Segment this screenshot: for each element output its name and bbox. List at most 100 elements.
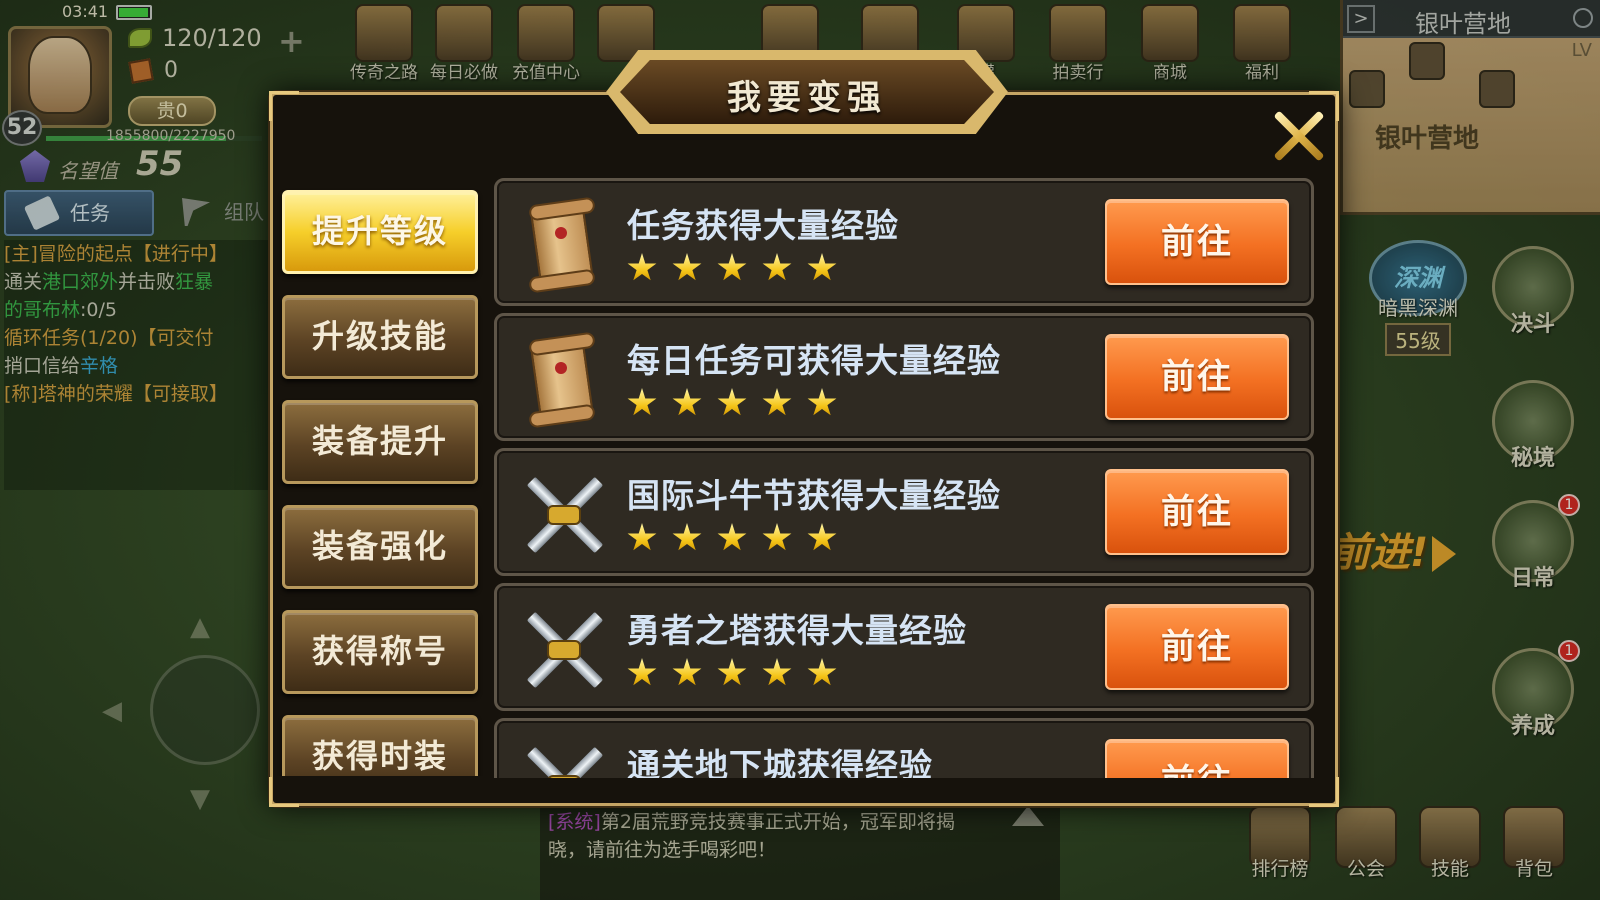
cultivate-button[interactable]: 养成 <box>1478 648 1588 740</box>
go-button[interactable]: 前往 <box>1105 334 1289 420</box>
bottom-menu-item[interactable]: 排行榜 <box>1238 806 1322 881</box>
category-list[interactable]: 提升等级升级技能装备提升装备强化获得称号获得时装 <box>276 176 486 776</box>
star-icon <box>762 658 792 686</box>
category-button[interactable]: 提升等级 <box>282 190 478 274</box>
joystick-left-icon: ◀ <box>102 696 122 726</box>
category-button[interactable]: 装备提升 <box>282 400 478 484</box>
quest-text: [称]塔神的荣耀【可接取】 <box>4 383 228 405</box>
abyss-dungeon-button[interactable]: 深渊 暗黑深渊 55级 <box>1356 240 1480 356</box>
top-menu-item[interactable]: 商城 <box>1130 0 1210 84</box>
tip-title: 勇者之塔获得大量经验 <box>627 611 967 650</box>
bottom-menu-label: 排行榜 <box>1251 858 1309 880</box>
scroll-seal <box>555 362 567 374</box>
go-button[interactable]: 前往 <box>1105 199 1289 285</box>
tab-team[interactable]: 组队 <box>160 190 270 236</box>
top-menu-label: 每日必做 <box>430 63 498 83</box>
category-button[interactable]: 获得时装 <box>282 715 478 776</box>
star-icon <box>717 253 747 281</box>
quest-line[interactable]: 循环任务(1/20)【可交付 <box>4 324 272 352</box>
tab-task[interactable]: 任务 <box>4 190 154 236</box>
vip-badge[interactable]: 贵0 <box>128 96 216 126</box>
tab-team-label: 组队 <box>224 200 264 224</box>
chat-box[interactable]: [系统]第2届荒野竞技赛事正式开始，冠军即将揭 晓，请前往为选手喝彩吧！ <box>540 800 1060 900</box>
top-menu-item[interactable]: 传奇之路 <box>344 0 424 84</box>
quest-line[interactable]: [主]冒险的起点【进行中】 <box>4 240 272 268</box>
scroll-map-icon <box>355 4 413 62</box>
sword-hilt <box>547 505 581 525</box>
star-icon <box>672 658 702 686</box>
star-icon <box>672 388 702 416</box>
shop-stall-icon <box>1141 4 1199 62</box>
flag-icon <box>182 198 210 226</box>
crossed-swords-icon <box>521 739 605 778</box>
quest-line[interactable]: 的哥布林:0/5 <box>4 296 272 324</box>
top-menu-label: 福利 <box>1245 63 1279 83</box>
gift-box-icon <box>1233 4 1291 62</box>
tip-row: 国际斗牛节获得大量经验 前往 <box>494 448 1314 576</box>
corner-ornament <box>1309 777 1339 807</box>
category-button[interactable]: 装备强化 <box>282 505 478 589</box>
chat-expand-icon[interactable] <box>1012 806 1044 826</box>
scroll-seal <box>555 227 567 239</box>
npc-marker[interactable] <box>1479 70 1515 108</box>
quest-text: 循环任务(1/20)【可交付 <box>4 327 214 349</box>
quest-text: 并击败 <box>118 271 176 293</box>
star-rating <box>627 523 852 557</box>
top-menu-item[interactable]: 充值中心 <box>506 0 586 84</box>
virtual-joystick[interactable] <box>150 655 260 765</box>
star-icon <box>717 388 747 416</box>
advance-prompt[interactable]: 前进! <box>1330 520 1428 578</box>
go-button[interactable]: 前往 <box>1105 604 1289 690</box>
go-button[interactable]: 前往 <box>1105 739 1289 778</box>
chat-message: 第2届荒野竞技赛事正式开始，冠军即将揭 <box>600 811 955 833</box>
scroll-icon <box>521 331 605 429</box>
xp-text: 1855800/2227950 <box>106 128 236 144</box>
secret-realm-button[interactable]: 秘境 <box>1478 380 1588 472</box>
tab-task-label: 任务 <box>70 201 110 225</box>
abyss-name: 暗黑深渊 <box>1378 296 1458 320</box>
quest-line[interactable]: 捎口信给辛格 <box>4 352 272 380</box>
advance-arrow-icon <box>1432 536 1456 572</box>
search-icon[interactable] <box>1573 8 1593 28</box>
minimap-lv: LV <box>1571 40 1592 61</box>
quest-text: 通关 <box>4 271 43 293</box>
quest-tracker[interactable]: [主]冒险的起点【进行中】 通关港口郊外并击败狂暴 的哥布林:0/5 循环任务(1/2… <box>4 240 272 490</box>
top-menu-item[interactable]: 福利 <box>1222 0 1302 84</box>
star-icon <box>717 658 747 686</box>
top-menu-label: 充值中心 <box>512 63 580 83</box>
npc-marker[interactable] <box>1349 70 1385 108</box>
minimap[interactable]: > 银叶营地 LV 银叶营地 <box>1340 0 1600 215</box>
category-button[interactable]: 升级技能 <box>282 295 478 379</box>
top-menu-label: 拍卖行 <box>1052 63 1104 83</box>
category-button[interactable]: 获得称号 <box>282 610 478 694</box>
bottom-menu-label: 背包 <box>1514 858 1553 880</box>
star-icon <box>627 523 657 551</box>
bottom-menu-label: 技能 <box>1430 858 1469 880</box>
chat-system-tag: [系统] <box>548 811 601 833</box>
crossed-swords-icon <box>521 469 605 561</box>
close-button[interactable] <box>1268 106 1328 166</box>
go-button[interactable]: 前往 <box>1105 469 1289 555</box>
corner-ornament <box>269 91 299 121</box>
gavel-icon <box>1049 4 1107 62</box>
tips-list[interactable]: 任务获得大量经验 前往 每日任务可获得大量经验 前往 国际斗牛节获得大量经验 前往 勇者之塔… <box>494 176 1316 778</box>
crossed-swords-icon <box>521 604 605 696</box>
star-rating <box>627 658 852 692</box>
tip-row: 通关地下城获得经验 前往 <box>494 718 1314 778</box>
duel-button[interactable]: 决斗 <box>1478 246 1588 338</box>
top-menu-item[interactable]: 拍卖行 <box>1038 0 1118 84</box>
bottom-menu-label: 公会 <box>1346 858 1385 880</box>
tip-title: 国际斗牛节获得大量经验 <box>627 476 1001 515</box>
add-stamina-icon[interactable]: + <box>278 22 305 60</box>
currency-value: 0 <box>164 58 178 83</box>
npc-marker[interactable] <box>1409 42 1445 80</box>
top-menu-item[interactable]: 每日必做 <box>424 0 504 84</box>
chat-line: [系统]第2届荒野竞技赛事正式开始，冠军即将揭 <box>548 808 1052 836</box>
minimap-toggle-icon[interactable]: > <box>1347 5 1375 33</box>
quest-line[interactable]: 通关港口郊外并击败狂暴 <box>4 268 272 296</box>
bottom-menu-item[interactable]: 公会 <box>1324 806 1408 881</box>
bottom-menu-item[interactable]: 技能 <box>1408 806 1492 881</box>
quest-line[interactable]: [称]塔神的荣耀【可接取】 <box>4 380 272 408</box>
bottom-menu-item[interactable]: 背包 <box>1492 806 1576 881</box>
star-icon <box>717 523 747 551</box>
